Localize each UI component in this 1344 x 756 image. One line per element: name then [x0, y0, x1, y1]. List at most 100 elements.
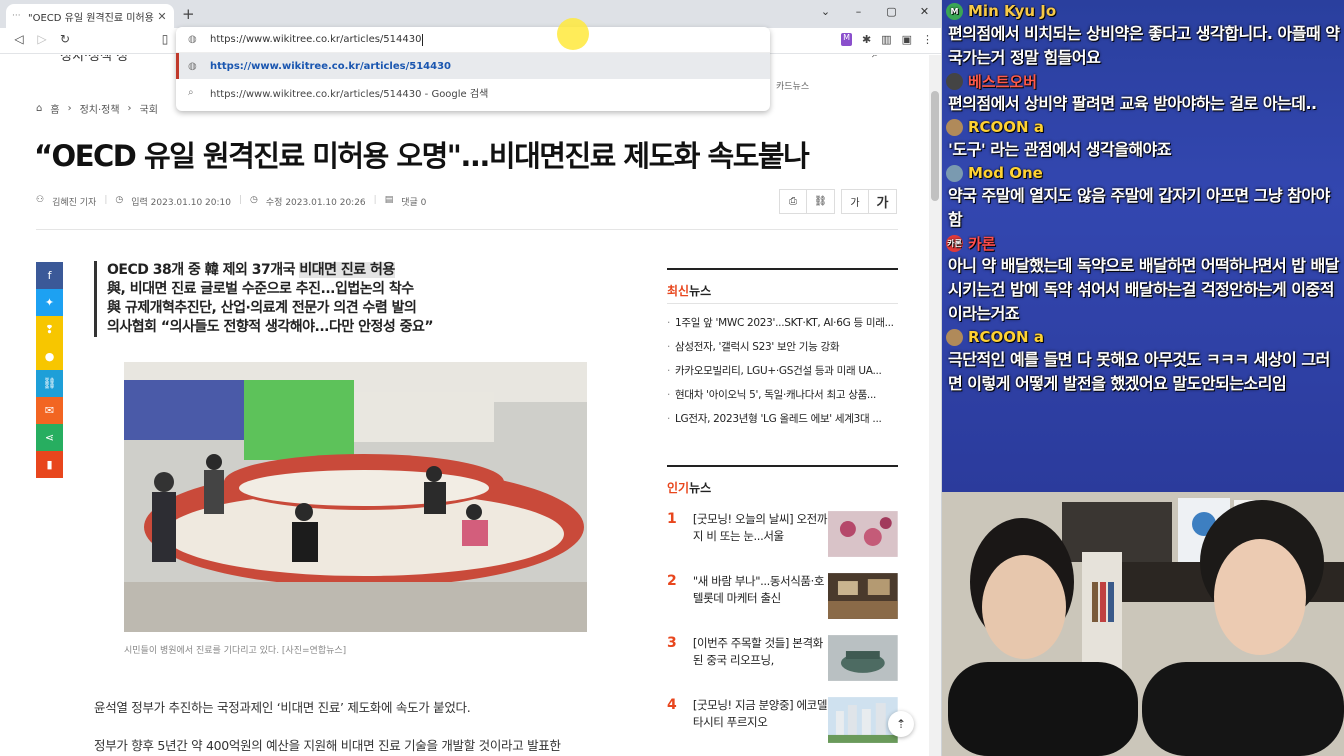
thumbnail[interactable]	[828, 635, 898, 681]
window-controls: ⌄ – ▢ ✕	[809, 0, 941, 28]
suggestion-url[interactable]: ◍ https://www.wikitree.co.kr/articles/51…	[176, 53, 770, 79]
popular-item[interactable]: 1 [굿모닝! 오늘의 날씨] 오전까지 비 또는 눈...서울	[667, 501, 898, 563]
popular-title[interactable]: [굿모닝! 지금 분양중] 에코델타시티 푸르지오	[693, 697, 828, 731]
article-summary: OECD 38개 중 韓 제외 37개국 비대면 진료 허용 與, 비대면 진료…	[94, 261, 434, 337]
author[interactable]: 김혜진 기자	[52, 195, 96, 208]
print-icon[interactable]: ⎙	[780, 190, 807, 213]
reload-button[interactable]: ↻	[56, 32, 74, 46]
clock-icon: ◷	[250, 195, 258, 205]
tab-title: "OECD 유일 원격진료 미허용 오명	[28, 12, 156, 24]
bookmark-icon[interactable]: ▯	[156, 32, 174, 46]
address-bar[interactable]: ◍ https://www.wikitree.co.kr/articles/51…	[176, 27, 770, 53]
thumbnail[interactable]	[828, 573, 898, 619]
wallet-icon[interactable]: ▣	[902, 33, 912, 46]
chevron-down-icon[interactable]: ⌄	[809, 0, 842, 28]
list-item[interactable]: 현대차 '아이오닉 5', 독일·캐나다서 최고 상품...	[667, 383, 898, 407]
chat-user: 베스트오버	[946, 70, 1340, 92]
facebook-icon[interactable]: f	[36, 262, 63, 289]
loading-icon: ···	[12, 11, 21, 21]
avatar	[946, 328, 963, 346]
sidepanel-icon[interactable]: ▥	[881, 33, 891, 46]
divider: |	[104, 195, 108, 205]
clock-icon: ◷	[115, 195, 124, 205]
list-item[interactable]: 삼성전자, '갤럭시 S23' 보안 기능 강화	[667, 335, 898, 359]
rank: 2	[667, 573, 677, 589]
breadcrumb-sub[interactable]: 국회	[140, 101, 158, 116]
mouse-cursor-highlight	[557, 18, 589, 50]
breadcrumb-section[interactable]: 정치·정책	[80, 101, 120, 116]
scrollbar[interactable]	[929, 55, 941, 756]
list-item[interactable]: LG전자, 2023년형 'LG 올레드 에보' 세계3대 ...	[667, 407, 898, 431]
browser-window: ··· "OECD 유일 원격진료 미허용 오명 ✕ + ⌄ – ▢ ✕ ◁ ▷…	[0, 0, 942, 756]
chat-text: 편의점에서 상비약 팔려면 교육 받아야하는 걸로 아는데..	[948, 94, 1317, 113]
article-paragraph: 정부가 향후 5년간 약 400억원의 예산을 지원해 비대면 진료 기술을 개…	[94, 738, 561, 753]
search-icon[interactable]: ⌕	[872, 55, 880, 61]
article-page: 정치·정책 정 ⌕ 카드뉴스 ⌂ 홈 › 정치·정책 › 국회 “OECD 유일…	[0, 55, 930, 756]
link-copy-icon[interactable]: ⛓	[36, 370, 63, 397]
share-icon[interactable]: ⋖	[36, 424, 63, 451]
summary-line: 與 규제개혁추진단, 산업·의료계 전문가 의견 수렴 발의	[107, 300, 417, 316]
extension-m-icon[interactable]: M	[841, 33, 852, 46]
chat-user: RCOON a	[946, 116, 1340, 138]
kakaostory-icon[interactable]: ❢	[36, 316, 63, 343]
popular-title[interactable]: "새 바람 부나"...동서식품·호텔롯데 마케터 출신	[693, 573, 828, 607]
home-icon[interactable]: ⌂	[36, 103, 42, 114]
window-close-button[interactable]: ✕	[908, 0, 941, 28]
tab-article[interactable]: ··· "OECD 유일 원격진료 미허용 오명 ✕	[6, 4, 174, 28]
new-tab-button[interactable]: +	[182, 5, 195, 23]
chat-text: '도구' 라는 관점에서 생각을해야죠	[948, 140, 1172, 159]
globe-icon: ◍	[188, 60, 197, 72]
scroll-top-button[interactable]: ⇡	[888, 711, 914, 737]
webcam-feed	[942, 492, 1344, 756]
popular-item[interactable]: 2 "새 바람 부나"...동서식품·호텔롯데 마케터 출신	[667, 563, 898, 625]
mail-icon[interactable]: ✉	[36, 397, 63, 424]
latest-news: 최신뉴스 1주일 앞 'MWC 2023'...SKT·KT, AI·6G 등 …	[667, 268, 898, 431]
rank: 4	[667, 697, 677, 713]
chat-message: RCOON a 극단적인 예를 들면 다 못해요 아무것도 ㅋㅋㅋ 세상이 그러면…	[942, 326, 1344, 396]
gnb-menu[interactable]: 정치·정책 정	[60, 55, 128, 64]
popular-news: 인기뉴스 1 [굿모닝! 오늘의 날씨] 오전까지 비 또는 눈...서울 2 …	[667, 465, 898, 749]
list-item[interactable]: 1주일 앞 'MWC 2023'...SKT·KT, AI·6G 등 미래...	[667, 311, 898, 335]
rank: 3	[667, 635, 677, 651]
kakaotalk-icon[interactable]: ●	[36, 343, 63, 370]
list-item[interactable]: 카카오모빌리티, LGU+·GS건설 등과 미래 UA...	[667, 359, 898, 383]
popular-item[interactable]: 3 [이번주 주목할 것들] 본격화된 중국 리오프닝,	[667, 625, 898, 687]
close-icon[interactable]: ✕	[156, 10, 168, 23]
chat-username: RCOON a	[968, 118, 1044, 136]
maximize-button[interactable]: ▢	[875, 0, 908, 28]
latest-news-title[interactable]: 최신뉴스	[667, 268, 898, 304]
link-icon[interactable]: ⛓	[807, 190, 834, 213]
bookmark-icon[interactable]: ▮	[36, 451, 63, 478]
author-icon: ⚇	[36, 195, 45, 205]
popular-title[interactable]: [이번주 주목할 것들] 본격화된 중국 리오프닝,	[693, 635, 828, 669]
breadcrumb-home[interactable]: 홈	[50, 101, 59, 116]
live-chat-overlay: M Min Kyu Jo 편의점에서 비치되는 상비약은 좋다고 생각합니다. 아플…	[942, 0, 1344, 492]
suggestion-search[interactable]: ⌕ https://www.wikitree.co.kr/articles/51…	[176, 79, 770, 105]
chat-message: M Min Kyu Jo 편의점에서 비치되는 상비약은 좋다고 생각합니다. 아플…	[942, 0, 1344, 70]
comment-count[interactable]: 댓글 0	[401, 195, 426, 208]
summary-line: OECD 38개 중 韓 제외 37개국 비대면 진료 허용	[107, 262, 395, 278]
popular-news-title[interactable]: 인기뉴스	[667, 465, 898, 501]
chat-message: 베스트오버편의점에서 상비약 팔려면 교육 받아야하는 걸로 아는데..	[942, 70, 1344, 116]
twitter-icon[interactable]: ✦	[36, 289, 63, 316]
menu-icon[interactable]: ⋮	[922, 33, 933, 46]
scrollbar-thumb[interactable]	[931, 91, 939, 201]
font-larger-button[interactable]: 가	[869, 190, 896, 213]
chat-user: M Min Kyu Jo	[946, 0, 1340, 22]
published-date: 입력 2023.01.10 20:10	[131, 198, 231, 208]
popular-title[interactable]: [굿모닝! 오늘의 날씨] 오전까지 비 또는 눈...서울	[693, 511, 828, 545]
avatar	[946, 118, 963, 136]
forward-button[interactable]: ▷	[33, 32, 51, 46]
chevron-right-icon: ›	[67, 103, 72, 114]
gnb-card-news[interactable]: 카드뉴스	[776, 79, 809, 92]
chat-text: 편의점에서 비치되는 상비약은 좋다고 생각합니다. 아플때 약국가는거 정말 …	[948, 24, 1340, 67]
font-smaller-button[interactable]: 가	[842, 190, 869, 213]
article-tools: ⎙ ⛓ 가 가	[779, 189, 897, 214]
popular-item[interactable]: 4 [굿모닝! 지금 분양중] 에코델타시티 푸르지오	[667, 687, 898, 749]
extensions-area: M ✱ ▥ ▣ ⋮	[841, 33, 933, 46]
chevron-right-icon: ›	[127, 103, 132, 114]
puzzle-icon[interactable]: ✱	[862, 33, 871, 46]
minimize-button[interactable]: –	[842, 0, 875, 28]
thumbnail[interactable]	[828, 511, 898, 557]
back-button[interactable]: ◁	[10, 32, 28, 46]
